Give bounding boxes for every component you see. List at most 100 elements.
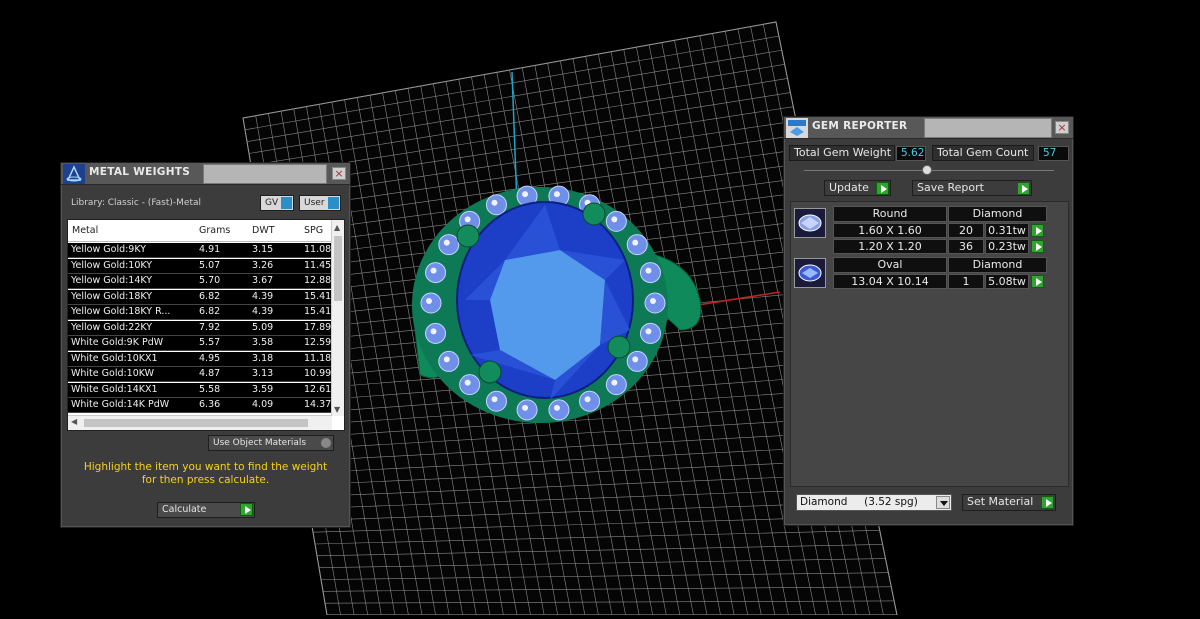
cell-spg: 12.59 (304, 337, 332, 348)
save-report-button[interactable]: Save Report (912, 180, 1032, 196)
gv-toggle[interactable]: GV (260, 195, 294, 211)
table-row[interactable]: White Gold:10KW 4.87 3.13 10.99 (68, 367, 332, 382)
chevron-down-icon[interactable] (936, 496, 950, 509)
col-grams[interactable]: Grams (199, 225, 230, 236)
round-gem-thumbnail[interactable] (794, 208, 826, 238)
round-size-cell: 1.20 X 1.20 (833, 239, 947, 254)
calculate-arrow-icon (240, 503, 253, 516)
cell-dwt: 3.58 (252, 337, 274, 348)
scroll-left-icon[interactable]: ◀ (71, 417, 77, 426)
round-row-2-arrow-icon[interactable] (1031, 240, 1044, 253)
diamond-sparkle (553, 404, 560, 411)
table-row[interactable]: White Gold:14K PdW 6.36 4.09 14.37 (68, 398, 332, 413)
gem-report-icon (786, 118, 808, 138)
cell-grams: 4.91 (199, 244, 221, 255)
use-object-materials-toggle[interactable]: Use Object Materials (208, 435, 334, 451)
calculate-label: Calculate (162, 504, 207, 515)
round-row-1-arrow-icon[interactable] (1031, 224, 1044, 237)
cell-spg: 11.18 (304, 352, 332, 364)
set-material-button[interactable]: Set Material (962, 494, 1056, 511)
calculate-button[interactable]: Calculate (157, 502, 255, 518)
table-row[interactable]: White Gold:9K PdW 5.57 3.58 12.59 (68, 336, 332, 351)
diamond-sparkle (491, 199, 498, 206)
gem-reporter-titlebar[interactable]: GEM REPORTER × (784, 117, 1073, 139)
cell-dwt: 3.26 (252, 259, 274, 271)
table-row[interactable]: Yellow Gold:18KY 6.82 4.39 15.41 (68, 289, 332, 305)
cell-grams: 5.70 (199, 275, 221, 286)
cell-dwt: 3.15 (252, 244, 274, 255)
user-toggle[interactable]: User (299, 195, 341, 211)
oval-count-cell: 1 (948, 274, 984, 289)
metal-table[interactable]: Metal Grams DWT SPG Yellow Gold:9KY 4.91 3… (67, 219, 345, 431)
col-metal[interactable]: Metal (72, 225, 98, 236)
hscroll-thumb[interactable] (84, 419, 308, 427)
title-filler (924, 118, 1052, 138)
table-row[interactable]: White Gold:14KX1 5.58 3.59 12.61 (68, 382, 332, 398)
scroll-up-icon[interactable]: ▲ (334, 223, 340, 232)
metal-table-header: Metal Grams DWT SPG (68, 220, 332, 242)
update-button[interactable]: Update (824, 180, 891, 196)
scroll-down-icon[interactable]: ▼ (334, 405, 340, 414)
gem-list[interactable]: Round Diamond 1.60 X 1.60 20 0.31tw 1.20… (790, 201, 1069, 487)
metal-weights-titlebar[interactable]: METAL WEIGHTS × (61, 163, 350, 185)
diamond-sparkle (430, 267, 437, 274)
total-gem-weight-label: Total Gem Weight (789, 145, 895, 161)
col-dwt[interactable]: DWT (252, 225, 275, 236)
table-row[interactable]: White Gold:10KX1 4.95 3.18 11.18 (68, 351, 332, 367)
update-label: Update (829, 181, 869, 194)
oval-gem-icon (798, 264, 822, 282)
cell-metal: White Gold:9K PdW (71, 337, 164, 348)
table-row[interactable]: Yellow Gold:10KY 5.07 3.26 11.45 (68, 258, 332, 274)
diamond-sparkle (650, 298, 656, 304)
gv-label: GV (265, 198, 279, 208)
round-material-cell: Diamond (948, 206, 1047, 222)
scale-icon (63, 164, 85, 184)
toggle-dot-icon (321, 438, 331, 448)
cell-dwt: 3.67 (252, 275, 274, 286)
material-select[interactable]: Diamond (3.52 spg) (796, 494, 952, 511)
cell-grams: 6.36 (199, 399, 221, 410)
prong-top-left (456, 224, 480, 248)
set-material-arrow-icon (1041, 496, 1054, 509)
cell-grams: 5.57 (199, 337, 221, 348)
diamond-sparkle (632, 356, 639, 363)
prong-bottom-left (478, 360, 502, 384)
oval-weight-cell: 5.08tw (985, 274, 1029, 289)
instruction-line-1: Highlight the item you want to find the … (83, 461, 328, 473)
total-gem-count-value: 57 (1038, 146, 1069, 161)
metal-weights-close-button[interactable]: × (332, 167, 346, 180)
vscroll-thumb[interactable] (334, 236, 342, 301)
diamond-sparkle (611, 379, 618, 386)
round-count-cell: 36 (948, 239, 984, 254)
round-size-cell: 1.60 X 1.60 (833, 223, 947, 238)
gem-reporter-close-button[interactable]: × (1055, 121, 1069, 134)
cell-dwt: 3.18 (252, 352, 274, 364)
splitter-handle[interactable] (922, 165, 932, 175)
cell-metal: Yellow Gold:22KY (71, 321, 153, 333)
oval-gem-thumbnail[interactable] (794, 258, 826, 288)
user-info-icon (328, 197, 339, 209)
cell-metal: White Gold:10KW (71, 368, 155, 379)
table-row[interactable]: Yellow Gold:14KY 5.70 3.67 12.88 (68, 274, 332, 289)
table-row[interactable]: Yellow Gold:18KY R... 6.82 4.39 15.41 (68, 305, 332, 320)
metal-weights-title: METAL WEIGHTS (89, 166, 191, 178)
metal-table-hscroll[interactable]: ◀ (68, 415, 332, 430)
table-row[interactable]: Yellow Gold:9KY 4.91 3.15 11.08 (68, 243, 332, 258)
diamond-sparkle (611, 216, 618, 223)
cell-spg: 12.88 (304, 275, 332, 286)
prong-bottom-right (607, 335, 631, 359)
cell-grams: 7.92 (199, 321, 221, 333)
cell-grams: 5.58 (199, 383, 221, 395)
gem-reporter-panel: GEM REPORTER × Total Gem Weight 5.62 Tot… (783, 116, 1074, 526)
metal-table-vscroll[interactable]: ▲ ▼ (331, 220, 344, 416)
col-spg[interactable]: SPG (304, 225, 323, 236)
oval-row-1-arrow-icon[interactable] (1031, 275, 1044, 288)
cell-metal: White Gold:14K PdW (71, 399, 170, 410)
save-report-arrow-icon (1017, 182, 1030, 195)
cell-spg: 15.41 (304, 290, 332, 302)
cell-metal: Yellow Gold:10KY (71, 259, 153, 271)
cell-metal: White Gold:10KX1 (71, 352, 158, 364)
table-row[interactable]: Yellow Gold:22KY 7.92 5.09 17.89 (68, 320, 332, 336)
instruction-text: Highlight the item you want to find the … (61, 461, 350, 487)
cell-metal: Yellow Gold:18KY (71, 290, 153, 302)
